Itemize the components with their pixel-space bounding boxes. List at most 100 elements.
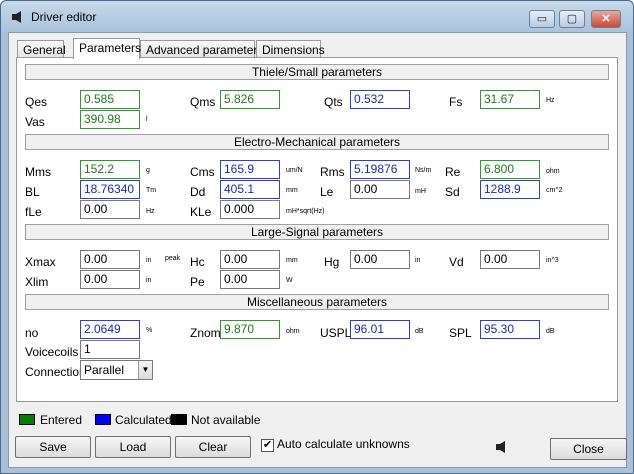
xmax-field[interactable]: 0.00 xyxy=(80,250,140,269)
chevron-down-icon[interactable]: ▼ xyxy=(138,361,152,379)
pe-label: Pe xyxy=(190,275,205,289)
spl-label: SPL xyxy=(449,326,472,340)
fs-field[interactable]: 31.67 xyxy=(480,90,540,109)
window-title: Driver editor xyxy=(31,10,97,24)
title-bar[interactable]: Driver editor ▭ ▢ ✕ xyxy=(1,1,633,33)
qts-field[interactable]: 0.532 xyxy=(350,90,410,109)
cms-unit: um/N xyxy=(286,167,303,174)
voicecoils-label: Voicecoils xyxy=(25,345,79,359)
speaker-icon xyxy=(12,11,21,23)
sd-label: Sd xyxy=(445,185,460,199)
uspl-label: USPL xyxy=(320,326,352,340)
fle-unit: Hz xyxy=(146,208,155,215)
vd-label: Vd xyxy=(449,255,464,269)
connection-selected-value: Parallel xyxy=(84,363,125,377)
xmax-label: Xmax xyxy=(25,255,56,269)
qms-field[interactable]: 5.826 xyxy=(220,90,280,109)
legend-not-available-label: Not available xyxy=(191,413,261,427)
mms-label: Mms xyxy=(25,165,51,179)
uspl-field[interactable]: 96.01 xyxy=(350,320,410,339)
qes-label: Qes xyxy=(25,95,48,109)
hc-unit: mm xyxy=(286,257,298,264)
tab-general[interactable]: General xyxy=(17,40,66,58)
le-unit: mH xyxy=(415,188,426,195)
close-window-button[interactable]: ✕ xyxy=(591,10,621,28)
znom-field[interactable]: 9.870 xyxy=(220,320,280,339)
vd-field[interactable]: 0.00 xyxy=(480,250,540,269)
no-field[interactable]: 2.0649 xyxy=(80,320,140,339)
vas-label: Vas xyxy=(25,115,45,129)
rms-field[interactable]: 5.19876 xyxy=(350,160,410,179)
qts-label: Qts xyxy=(324,95,343,109)
rms-label: Rms xyxy=(320,165,345,179)
not-available-color-swatch xyxy=(171,414,187,425)
uspl-unit: dB xyxy=(415,328,424,335)
section-header-miscellaneous: Miscellaneous parameters xyxy=(25,294,609,310)
mms-field[interactable]: 152.2 xyxy=(80,160,140,179)
rms-unit: Ns/m xyxy=(415,167,432,174)
hc-field[interactable]: 0.00 xyxy=(220,250,280,269)
hc-label: Hc xyxy=(190,255,205,269)
dialog-client-area: General Parameters Advanced parameters D… xyxy=(8,32,627,468)
xlim-field[interactable]: 0.00 xyxy=(80,270,140,289)
znom-label: Znom xyxy=(190,326,221,340)
minimize-button[interactable]: ▭ xyxy=(529,10,555,28)
speaker-icon xyxy=(496,441,505,453)
re-unit: ohm xyxy=(546,168,560,175)
spl-field[interactable]: 95.30 xyxy=(480,320,540,339)
auto-calculate-checkbox[interactable]: ✔ xyxy=(261,439,274,452)
voicecoils-field[interactable]: 1 xyxy=(80,340,140,359)
connection-label: Connection xyxy=(25,365,86,379)
auto-calculate-label[interactable]: Auto calculate unknowns xyxy=(277,437,410,451)
calculated-color-swatch xyxy=(95,414,111,425)
hg-field[interactable]: 0.00 xyxy=(350,250,410,269)
fle-label: fLe xyxy=(25,205,42,219)
le-field[interactable]: 0.00 xyxy=(350,180,410,199)
load-button[interactable]: Load xyxy=(95,436,171,458)
driver-editor-window: Driver editor ▭ ▢ ✕ General Parameters A… xyxy=(0,0,634,474)
mms-unit: g xyxy=(146,167,150,174)
vas-field[interactable]: 390.98 xyxy=(80,110,140,129)
save-button[interactable]: Save xyxy=(15,436,91,458)
znom-unit: ohm xyxy=(286,328,300,335)
tab-dimensions[interactable]: Dimensions xyxy=(256,40,325,58)
tab-advanced-parameters[interactable]: Advanced parameters xyxy=(140,40,263,58)
maximize-button[interactable]: ▢ xyxy=(559,10,585,28)
section-header-large-signal: Large-Signal parameters xyxy=(25,224,609,240)
clear-button[interactable]: Clear xyxy=(175,436,251,458)
xmax-unit: in xyxy=(146,257,152,264)
bl-label: BL xyxy=(25,185,40,199)
xlim-label: Xlim xyxy=(25,275,49,289)
connection-dropdown[interactable]: Parallel ▼ xyxy=(80,360,153,380)
qms-label: Qms xyxy=(190,95,216,109)
bl-field[interactable]: 18.76340 xyxy=(80,180,140,199)
vas-unit: l xyxy=(146,116,148,123)
sd-field[interactable]: 1288.9 xyxy=(480,180,540,199)
re-label: Re xyxy=(445,165,461,179)
le-label: Le xyxy=(320,185,334,199)
dd-label: Dd xyxy=(190,185,206,199)
close-button[interactable]: Close xyxy=(550,438,627,460)
kle-field[interactable]: 0.000 xyxy=(220,200,280,219)
fs-unit: Hz xyxy=(546,97,555,104)
pe-field[interactable]: 0.00 xyxy=(220,270,280,289)
spl-unit: dB xyxy=(546,328,555,335)
legend-calculated-label: Calculated xyxy=(115,413,172,427)
tab-parameters[interactable]: Parameters xyxy=(73,38,141,59)
cms-label: Cms xyxy=(190,165,215,179)
dd-unit: mm xyxy=(286,187,298,194)
vd-unit: in^3 xyxy=(546,257,559,264)
entered-color-swatch xyxy=(19,414,35,425)
fs-label: Fs xyxy=(449,95,463,109)
no-label: no xyxy=(25,326,39,340)
fle-field[interactable]: 0.00 xyxy=(80,200,140,219)
kle-unit: mH*sqrt(Hz) xyxy=(286,208,325,215)
hg-label: Hg xyxy=(324,255,340,269)
hg-unit: in xyxy=(415,257,421,264)
dd-field[interactable]: 405.1 xyxy=(220,180,280,199)
qes-field[interactable]: 0.585 xyxy=(80,90,140,109)
legend-entered-label: Entered xyxy=(40,413,83,427)
cms-field[interactable]: 165.9 xyxy=(220,160,280,179)
re-field[interactable]: 6.800 xyxy=(480,160,540,179)
pe-unit: W xyxy=(286,277,293,284)
